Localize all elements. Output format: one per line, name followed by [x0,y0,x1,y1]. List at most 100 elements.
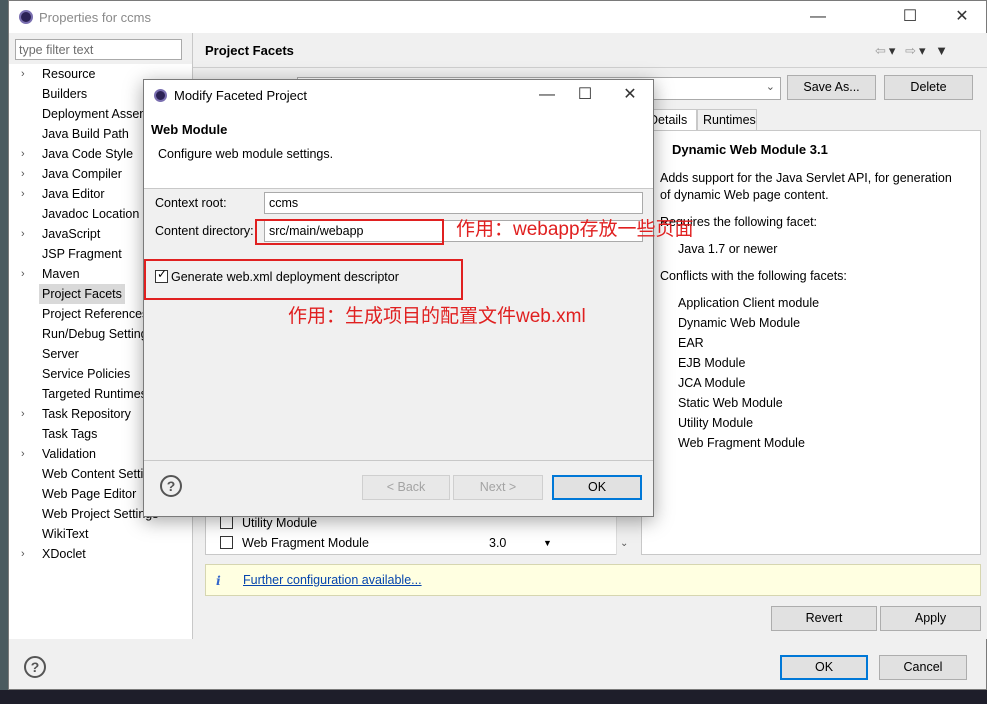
separator [193,67,987,68]
tree-item-label: Java Compiler [42,167,122,181]
close-icon[interactable]: ✕ [607,83,653,107]
chevron-right-icon[interactable]: › [21,444,25,464]
chevron-down-icon[interactable]: ▾ [889,43,899,58]
tree-item-label: Run/Debug Settings [42,327,154,341]
tree-item-label: Builders [42,87,88,101]
maximize-icon[interactable]: ☐ [887,5,933,29]
details-description: Adds support for the Java Servlet API, f… [660,171,952,185]
chevron-down-icon[interactable]: ⌄ [620,538,628,549]
separator [144,460,653,461]
back-button[interactable]: < Back [362,475,450,500]
chevron-right-icon[interactable]: › [21,544,25,564]
tree-item-label: Java Code Style [42,147,134,161]
tree-item-label: Java Editor [42,187,105,201]
details-heading: Dynamic Web Module 3.1 [672,142,828,157]
conflicts-label: Conflicts with the following facets: [660,269,847,283]
conflict-item: Utility Module [678,416,754,430]
ok-button[interactable]: OK [780,655,868,680]
close-icon[interactable]: ✕ [939,5,985,29]
tree-item-label: Task Repository [42,407,131,421]
eclipse-icon [154,89,167,102]
tree-item-label: Project Facets [39,284,125,304]
checkbox[interactable] [220,536,233,550]
tree-item[interactable]: WikiText [9,524,192,544]
facet-version[interactable]: 3.0 [489,533,506,553]
window-titlebar: Properties for ccms — ☐ ✕ [9,1,986,33]
annotation-webxml: 作用：生成项目的配置文件web.xml [288,306,586,327]
conflict-item: Application Client module [678,296,820,310]
context-root-input[interactable]: ccms [264,192,643,214]
save-as-button[interactable]: Save As... [787,75,876,100]
taskbar [0,690,987,704]
dialog-heading: Web Module [151,122,228,137]
conflict-item: EAR [678,336,704,350]
tab-runtimes[interactable]: Runtimes [697,109,757,131]
content-directory-label: Content directory: [155,224,254,238]
tree-item-label: Maven [42,267,80,281]
chevron-right-icon[interactable]: › [21,224,25,244]
cancel-button[interactable]: Cancel [879,655,967,680]
tree-item-label: Java Build Path [42,127,129,141]
chevron-down-icon[interactable]: ▼ [543,533,552,553]
conflict-item: Web Fragment Module [678,436,805,450]
page-title: Project Facets [205,43,294,58]
delete-button[interactable]: Delete [884,75,973,100]
help-icon[interactable]: ? [160,475,182,497]
tree-item-label: Web Page Editor [42,487,137,501]
dialog-ok-button[interactable]: OK [552,475,642,500]
chevron-right-icon[interactable]: › [21,184,25,204]
requires-item: Java 1.7 or newer [678,242,778,256]
chevron-down-icon[interactable]: ▾ [919,43,929,58]
nav-arrows[interactable]: ⇦▾ ⇨▾ ▼ [875,43,951,59]
menu-icon[interactable]: ▼ [935,43,951,58]
help-icon[interactable]: ? [24,656,46,678]
tree-item-label: Server [42,347,79,361]
tree-item-label: Targeted Runtimes [42,387,147,401]
chevron-right-icon[interactable]: › [21,144,25,164]
dialog-titlebar: Modify Faceted Project — ☐ ✕ [144,80,653,111]
tree-item[interactable]: › XDoclet [9,544,192,564]
back-arrow-icon[interactable]: ⇦ [875,43,889,58]
info-icon: i [216,573,221,588]
annotation-webapp: 作用：webapp存放一些页面 [456,219,694,240]
filter-input[interactable]: type filter text [15,39,182,60]
conflict-item: JCA Module [678,376,746,390]
window-title: Properties for ccms [39,10,151,25]
tree-item-label: Project References [42,307,149,321]
eclipse-icon [19,10,33,24]
revert-button[interactable]: Revert [771,606,877,631]
minimize-icon[interactable]: — [795,5,841,29]
tree-item-label: Resource [42,67,96,81]
tree-item-label: Javadoc Location [42,207,140,221]
tree-item-label: XDoclet [42,547,86,561]
checkbox[interactable] [220,516,233,530]
scrollbar[interactable]: ⌄ [616,513,632,555]
conflict-item: Dynamic Web Module [678,316,801,330]
chevron-down-icon: ⌄ [765,81,775,93]
context-root-label: Context root: [155,196,227,210]
conflict-item: EJB Module [678,356,746,370]
annotation-box-generate-webxml [144,259,463,300]
tree-item-label: JSP Fragment [42,247,122,261]
conflict-item: Static Web Module [678,396,783,410]
info-bar: i Further configuration available... [205,564,981,596]
tree-item-label: JavaScript [42,227,101,241]
further-configuration-link[interactable]: Further configuration available... [243,573,422,587]
dialog-description: Configure web module settings. [158,147,334,161]
dialog-title: Modify Faceted Project [174,88,307,103]
annotation-box-content-directory [255,219,444,245]
maximize-icon[interactable]: ☐ [562,83,608,107]
apply-button[interactable]: Apply [880,606,981,631]
details-panel: Dynamic Web Module 3.1 Adds support for … [641,130,981,555]
tree-item-label: Service Policies [42,367,131,381]
chevron-right-icon[interactable]: › [21,264,25,284]
forward-arrow-icon[interactable]: ⇨ [905,43,919,58]
list-item[interactable]: Web Fragment Module 3.0 ▼ [220,533,552,553]
next-button[interactable]: Next > [453,475,543,500]
details-description: of dynamic Web page content. [660,188,829,202]
tree-item-label: WikiText [42,527,89,541]
chevron-right-icon[interactable]: › [21,64,25,84]
chevron-right-icon[interactable]: › [21,404,25,424]
chevron-right-icon[interactable]: › [21,164,25,184]
desktop-background [0,0,8,690]
